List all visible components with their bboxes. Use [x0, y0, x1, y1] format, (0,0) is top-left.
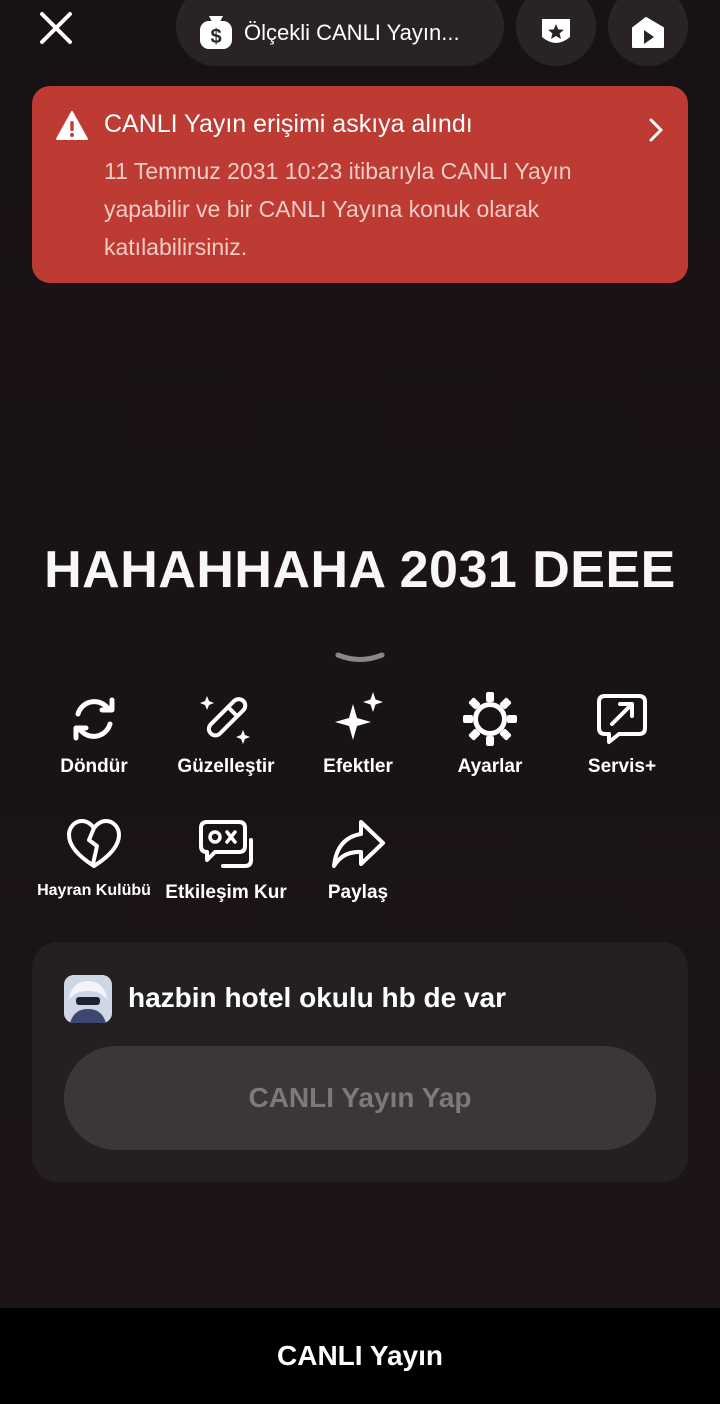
svg-text:$: $: [210, 26, 221, 48]
suspension-alert[interactable]: CANLI Yayın erişimi askıya alındı 11 Tem…: [32, 86, 688, 283]
bottom-tab-bar: CANLI Yayın: [0, 1308, 720, 1404]
rotate-icon: [73, 697, 115, 741]
fanclub-label: Hayran Kulübü: [37, 882, 151, 899]
beautify-button[interactable]: Güzelleştir: [161, 690, 291, 778]
pill-label: Ölçekli CANLI Yayın...: [244, 20, 460, 45]
alert-body: 11 Temmuz 2031 10:23 itibarıyla CANLI Ya…: [104, 158, 572, 260]
heart-icon: [67, 819, 121, 868]
share-button[interactable]: Paylaş: [293, 816, 423, 904]
collapse-handle[interactable]: [334, 650, 386, 666]
alert-title: CANLI Yayın erişimi askıya alındı: [104, 110, 473, 138]
go-live-card: hazbin hotel okulu hb de var CANLI Yayın…: [32, 942, 688, 1182]
warning-icon: [56, 111, 88, 140]
share-arrow-icon: [332, 820, 385, 868]
chevron-right-icon: [649, 118, 663, 142]
close-icon[interactable]: [34, 6, 78, 50]
service-arrow-icon: [597, 694, 647, 744]
interact-label: Etkileşim Kur: [165, 882, 287, 903]
settings-button[interactable]: Ayarlar: [425, 690, 555, 778]
scaled-live-pill[interactable]: $ Ölçekli CANLI Yayın...: [176, 0, 504, 66]
shield-star-icon: [542, 19, 570, 43]
service-button[interactable]: Servis+: [557, 690, 687, 778]
magic-wand-icon: [200, 696, 250, 744]
avatar[interactable]: [64, 975, 112, 1023]
video-play-icon: [632, 17, 664, 48]
rotate-button[interactable]: Döndür: [29, 690, 159, 778]
live-title[interactable]: hazbin hotel okulu hb de var: [128, 982, 506, 1014]
beautify-label: Güzelleştir: [177, 756, 275, 777]
dollar-bag-icon: $: [200, 16, 232, 49]
tab-live[interactable]: CANLI Yayın: [277, 1340, 443, 1372]
fanclub-button[interactable]: Hayran Kulübü: [29, 816, 159, 900]
interact-button[interactable]: Etkileşim Kur: [161, 816, 291, 904]
game-chat-icon: [199, 820, 253, 868]
go-live-button[interactable]: CANLI Yayın Yap: [64, 1046, 656, 1150]
sparkles-icon: [335, 692, 383, 740]
rotate-label: Döndür: [60, 756, 128, 777]
share-label: Paylaş: [327, 882, 389, 903]
settings-label: Ayarlar: [457, 756, 523, 777]
effects-button[interactable]: Efektler: [293, 690, 423, 778]
effects-label: Efektler: [323, 756, 393, 777]
live-title-text[interactable]: HAHAHHAHA 2031 DEEE: [0, 540, 720, 600]
service-label: Servis+: [587, 756, 657, 777]
gear-icon: [463, 692, 517, 746]
